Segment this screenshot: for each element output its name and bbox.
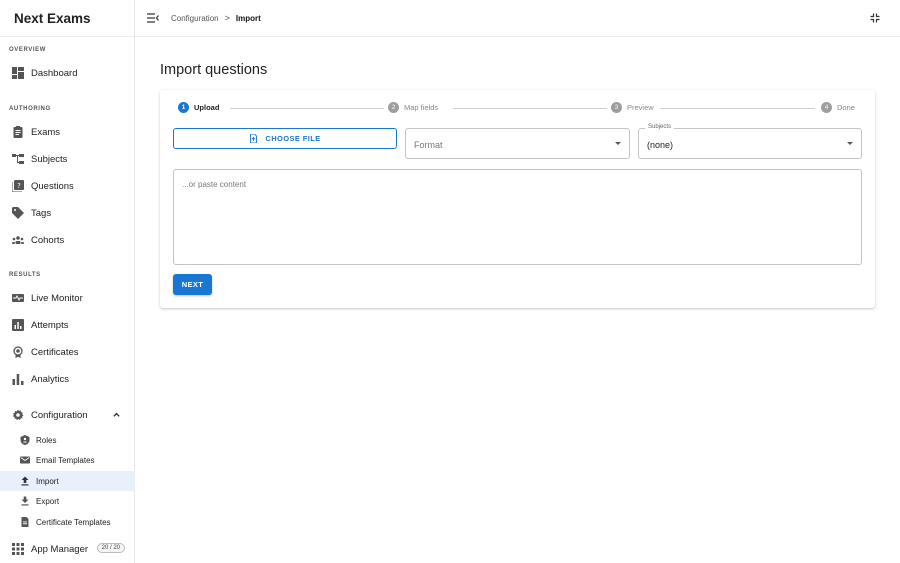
step-label: Preview xyxy=(627,103,654,112)
sidebar-item-label: Questions xyxy=(31,180,74,192)
sidebar-item-live-monitor[interactable]: Live Monitor xyxy=(0,287,135,309)
sidebar-item-export[interactable]: Export xyxy=(0,491,135,511)
dropdown-arrow-icon xyxy=(847,142,853,145)
sidebar-item-label: Configuration xyxy=(31,409,88,421)
sidebar-item-roles[interactable]: Roles xyxy=(0,430,135,450)
sidebar-item-tags[interactable]: Tags xyxy=(0,202,135,224)
dropdown-arrow-icon xyxy=(615,142,621,145)
sidebar-item-label: Dashboard xyxy=(31,67,78,79)
app-title: Next Exams xyxy=(0,0,134,37)
sidebar-item-label: Analytics xyxy=(31,373,70,385)
subjects-select[interactable]: Subjects (none) xyxy=(638,124,862,159)
step-number: 1 xyxy=(178,102,189,113)
tag-icon xyxy=(12,207,24,219)
sidebar-item-analytics[interactable]: Analytics xyxy=(0,368,135,390)
sidebar-item-label: Attempts xyxy=(31,319,69,331)
sidebar-item-cohorts[interactable]: Cohorts xyxy=(0,229,135,251)
clipboard-icon xyxy=(12,126,24,138)
sidebar-item-label: Live Monitor xyxy=(31,292,83,304)
breadcrumb-configuration[interactable]: Configuration xyxy=(171,14,219,23)
step-connector xyxy=(453,108,607,109)
sidebar-item-label: Subjects xyxy=(31,153,68,165)
sidebar-item-label: Import xyxy=(36,476,59,486)
sidebar-item-label: Exams xyxy=(31,126,61,138)
bar-chart-icon xyxy=(12,373,24,385)
monitor-heart-icon xyxy=(12,292,24,304)
sidebar-item-email-templates[interactable]: Email Templates xyxy=(0,450,135,470)
step-preview: 3 Preview xyxy=(611,102,654,113)
step-number: 2 xyxy=(388,102,399,113)
import-card: 1 Upload 2 Map fields 3 Preview 4 Done C… xyxy=(160,90,875,308)
app-count-badge: 20 / 20 xyxy=(96,543,125,553)
step-label: Map fields xyxy=(404,103,439,112)
sidebar-item-exams[interactable]: Exams xyxy=(0,121,135,143)
sidebar-item-dashboard[interactable]: Dashboard xyxy=(0,62,135,84)
breadcrumb-separator: > xyxy=(224,13,230,23)
breadcrumb: Configuration > Import xyxy=(171,13,261,23)
sidebar-item-app-manager[interactable]: App Manager 20 / 20 xyxy=(0,538,135,560)
quiz-icon: ? xyxy=(12,180,24,192)
section-label-results: RESULTS xyxy=(9,272,41,278)
step-number: 3 xyxy=(611,102,622,113)
sidebar-item-questions[interactable]: ? Questions xyxy=(0,175,135,197)
paste-content-textarea[interactable]: ...or paste content xyxy=(173,169,862,265)
dashboard-icon xyxy=(12,67,24,79)
sidebar-item-label: App Manager xyxy=(31,543,89,555)
step-upload: 1 Upload xyxy=(178,102,219,113)
step-label: Upload xyxy=(194,103,220,112)
breadcrumb-current: Import xyxy=(235,13,261,23)
mail-icon xyxy=(20,455,30,465)
subjects-value: (none) xyxy=(647,140,674,150)
sidebar-item-label: Certificates xyxy=(31,346,79,358)
paste-placeholder: ...or paste content xyxy=(182,180,247,189)
gear-icon xyxy=(12,409,24,421)
download-icon xyxy=(20,496,30,506)
sidebar-item-configuration[interactable]: Configuration xyxy=(0,404,135,426)
step-done: 4 Done xyxy=(821,102,855,113)
sidebar-item-label: Cohorts xyxy=(31,234,65,246)
section-label-authoring: AUTHORING xyxy=(9,106,51,112)
shield-icon xyxy=(20,435,30,445)
sidebar-item-label: Export xyxy=(36,496,60,506)
choose-file-label: CHOOSE FILE xyxy=(265,134,321,143)
sidebar-item-label: Roles xyxy=(36,435,57,445)
topbar: Configuration > Import xyxy=(135,0,900,37)
import-stepper: 1 Upload 2 Map fields 3 Preview 4 Done xyxy=(178,102,857,114)
format-placeholder: Format xyxy=(414,140,443,150)
page-title: Import questions xyxy=(160,62,268,78)
svg-text:?: ? xyxy=(17,182,21,190)
choose-file-button[interactable]: CHOOSE FILE xyxy=(173,128,397,149)
upload-file-icon xyxy=(249,134,258,143)
chevron-up-icon xyxy=(113,412,120,417)
step-number: 4 xyxy=(821,102,832,113)
menu-collapse-icon[interactable] xyxy=(147,12,159,24)
assessment-icon xyxy=(12,319,24,331)
sidebar-item-label: Certificate Templates xyxy=(36,517,111,527)
sidebar-item-certificates[interactable]: Certificates xyxy=(0,341,135,363)
award-icon xyxy=(12,346,24,358)
sidebar-item-label: Email Templates xyxy=(36,455,95,465)
sidebar-item-import[interactable]: Import xyxy=(0,471,135,491)
sidebar-item-label: Tags xyxy=(31,207,52,219)
step-map-fields: 2 Map fields xyxy=(388,102,438,113)
step-connector xyxy=(660,108,815,109)
sidebar: Next Exams OVERVIEW Dashboard AUTHORING … xyxy=(0,0,135,563)
step-label: Done xyxy=(837,103,855,112)
subjects-label: Subjects xyxy=(645,124,675,130)
section-label-overview: OVERVIEW xyxy=(9,47,47,53)
fullscreen-exit-icon[interactable] xyxy=(870,13,880,23)
sidebar-item-subjects[interactable]: Subjects xyxy=(0,148,135,170)
apps-grid-icon xyxy=(12,543,24,555)
step-connector xyxy=(230,108,384,109)
upload-icon xyxy=(20,476,30,486)
hierarchy-icon xyxy=(12,153,24,165)
sidebar-item-attempts[interactable]: Attempts xyxy=(0,314,135,336)
groups-icon xyxy=(12,234,24,246)
next-button[interactable]: NEXT xyxy=(173,274,212,295)
format-select[interactable]: Format xyxy=(405,128,630,159)
sidebar-item-certificate-templates[interactable]: Certificate Templates xyxy=(0,512,135,532)
document-icon xyxy=(20,517,30,527)
